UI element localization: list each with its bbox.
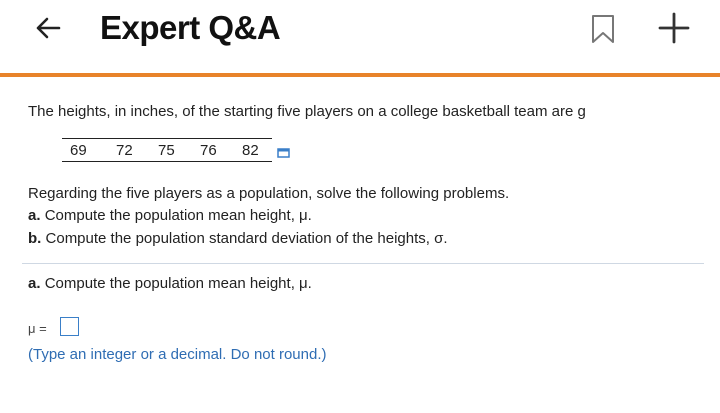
part-letter: a. xyxy=(28,275,41,292)
data-value: 82 xyxy=(242,142,259,159)
page-title: Expert Q&A xyxy=(100,9,281,46)
question-intro: The heights, in inches, of the starting … xyxy=(28,103,586,120)
add-button[interactable] xyxy=(654,8,694,48)
part-letter: a. xyxy=(28,207,41,224)
data-value: 72 xyxy=(116,142,133,159)
arrow-left-icon xyxy=(36,17,61,39)
copy-data-icon xyxy=(277,148,290,158)
part-letter: b. xyxy=(28,230,42,247)
question-instruction: Regarding the five players as a populati… xyxy=(28,185,510,202)
header-accent-line xyxy=(0,73,720,77)
mean-answer-input[interactable] xyxy=(60,317,79,336)
answer-part-heading: a. Compute the population mean height, μ… xyxy=(28,275,312,292)
plus-icon xyxy=(658,12,690,44)
data-value: 76 xyxy=(200,142,217,159)
app-bar: Expert Q&A xyxy=(0,0,720,76)
data-table: 69 72 75 76 82 xyxy=(62,138,272,162)
part-text: Compute the population standard deviatio… xyxy=(45,230,448,247)
data-value: 69 xyxy=(70,142,87,159)
section-divider xyxy=(22,263,704,264)
data-value: 75 xyxy=(158,142,175,159)
back-button[interactable] xyxy=(32,12,64,44)
answer-hint: (Type an integer or a decimal. Do not ro… xyxy=(28,346,327,363)
copy-data-button[interactable] xyxy=(277,146,291,158)
bookmark-icon xyxy=(592,15,614,43)
part-text: Compute the population mean height, μ. xyxy=(44,275,312,292)
part-text: Compute the population mean height, μ. xyxy=(44,207,312,224)
bookmark-button[interactable] xyxy=(586,10,620,48)
mu-label: μ = xyxy=(28,321,47,336)
question-part-a: a. Compute the population mean height, μ… xyxy=(28,207,312,224)
question-content: The heights, in inches, of the starting … xyxy=(0,78,720,413)
question-part-b: b. Compute the population standard devia… xyxy=(28,230,448,247)
